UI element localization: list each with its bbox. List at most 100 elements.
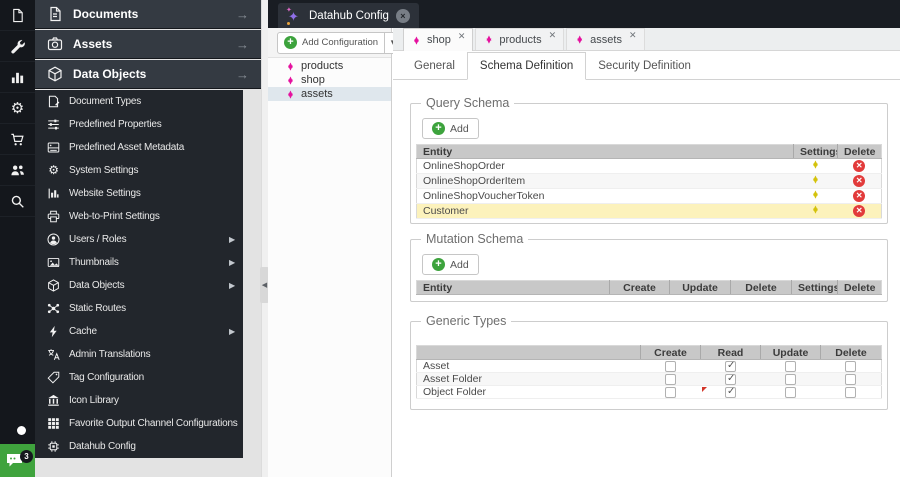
delete-icon[interactable]: ✕ xyxy=(853,190,866,203)
column-header-update[interactable]: Update xyxy=(760,345,821,360)
query-schema-fieldset: Query Schema + Add Entity Settings Delet… xyxy=(410,96,888,224)
checkbox-create[interactable] xyxy=(665,360,676,372)
column-header-delete[interactable]: Delete xyxy=(837,144,882,159)
column-header-read[interactable]: Read xyxy=(700,345,761,360)
tab-security-definition[interactable]: Security Definition xyxy=(586,53,703,79)
table-row[interactable]: Asset Folder xyxy=(416,372,882,386)
collapse-left-icon: ◀ xyxy=(261,282,268,289)
rail-item-documents[interactable] xyxy=(0,0,35,31)
column-header-update[interactable]: Update xyxy=(669,280,731,295)
settings-icon[interactable] xyxy=(810,174,821,185)
rail-item-search[interactable] xyxy=(0,186,35,217)
tree-item-shop[interactable]: shop xyxy=(268,73,391,87)
table-row[interactable]: Object Folder xyxy=(416,385,882,399)
table-row[interactable]: OnlineShopOrder ✕ xyxy=(416,158,882,174)
settings-icon[interactable] xyxy=(810,159,821,170)
checkbox-delete[interactable] xyxy=(845,386,857,398)
bar-chart-icon xyxy=(10,70,25,85)
sidebar-item-static-routes[interactable]: Static Routes xyxy=(35,297,243,320)
tree-item-products[interactable]: products xyxy=(268,59,391,73)
arrow-right-icon: → xyxy=(236,36,249,52)
settings-icon[interactable] xyxy=(810,189,821,200)
sidebar-item-web-to-print-settings[interactable]: Web-to-Print Settings xyxy=(35,205,243,228)
delete-icon[interactable]: ✕ xyxy=(853,160,866,173)
users-icon xyxy=(10,163,25,178)
sidebar-item-datahub-config[interactable]: Datahub Config xyxy=(35,435,243,458)
rail-item-settings[interactable]: ⚙ xyxy=(0,93,35,124)
column-header-settings[interactable]: Settings xyxy=(793,144,838,159)
close-icon[interactable]: ✕ xyxy=(549,30,557,41)
config-tab-products[interactable]: products ✕ xyxy=(475,28,565,50)
network-icon xyxy=(47,302,60,315)
notifications-button[interactable]: 3 xyxy=(0,444,35,477)
column-header-entity[interactable]: Entity xyxy=(416,144,794,159)
sidebar-item-cache[interactable]: Cache ▶ xyxy=(35,320,243,343)
accordion-assets[interactable]: Assets → xyxy=(35,30,261,59)
settings-icon[interactable] xyxy=(810,204,821,215)
sidebar-item-icon-library[interactable]: Icon Library xyxy=(35,389,243,412)
delete-icon[interactable]: ✕ xyxy=(853,205,866,218)
grid-icon xyxy=(47,417,60,430)
add-configuration-button[interactable]: + Add Configuration ▼ xyxy=(277,31,403,54)
accordion-documents[interactable]: Documents → xyxy=(35,0,261,29)
query-schema-add-button[interactable]: + Add xyxy=(422,118,479,139)
checkbox-delete[interactable] xyxy=(845,360,857,372)
panel-splitter[interactable] xyxy=(261,0,268,477)
graphql-config-icon xyxy=(285,89,296,100)
generic-types-table: Create Read Update Delete Asset Asset Fo… xyxy=(416,345,882,399)
rail-item-tools[interactable] xyxy=(0,31,35,62)
sidebar-item-users-roles[interactable]: Users / Roles ▶ xyxy=(35,228,243,251)
accordion-data-objects[interactable]: Data Objects → xyxy=(35,60,261,89)
window-tab-datahub-config[interactable]: ✦ ✦ Datahub Config × xyxy=(278,3,419,28)
column-header-delete[interactable]: Delete xyxy=(837,280,882,295)
config-tab-bar: shop ✕ products ✕ assets ✕ xyxy=(393,28,900,51)
configuration-tree-panel: + Add Configuration ▼ products shop xyxy=(268,28,403,477)
column-header-delete[interactable]: Delete xyxy=(730,280,792,295)
rail-item-reports[interactable] xyxy=(0,62,35,93)
config-tab-assets[interactable]: assets ✕ xyxy=(566,28,645,50)
rail-item-users[interactable] xyxy=(0,155,35,186)
rail-item-ecommerce[interactable] xyxy=(0,124,35,155)
checkbox-update[interactable] xyxy=(785,360,796,372)
checkbox-read[interactable] xyxy=(725,360,736,372)
close-icon[interactable]: ✕ xyxy=(629,30,637,41)
sidebar-item-favorite-output-channel-configurations[interactable]: Favorite Output Channel Configurations xyxy=(35,412,243,435)
image-icon xyxy=(47,256,60,269)
sidebar-item-document-types[interactable]: Document Types xyxy=(35,90,243,113)
tree-item-assets[interactable]: assets xyxy=(268,87,391,101)
checkbox-delete[interactable] xyxy=(845,373,857,385)
checkbox-create[interactable] xyxy=(665,386,676,398)
column-header-settings[interactable]: Settings xyxy=(791,280,838,295)
checkbox-read[interactable] xyxy=(725,373,736,385)
sidebar-item-predefined-properties[interactable]: Predefined Properties xyxy=(35,113,243,136)
sidebar-item-tag-configuration[interactable]: Tag Configuration xyxy=(35,366,243,389)
table-row-selected[interactable]: Customer ✕ xyxy=(416,203,882,219)
table-row[interactable]: OnlineShopVoucherToken ✕ xyxy=(416,188,882,204)
column-header-create[interactable]: Create xyxy=(609,280,670,295)
sidebar-item-thumbnails[interactable]: Thumbnails ▶ xyxy=(35,251,243,274)
submenu-arrow-icon: ▶ xyxy=(229,327,235,336)
sidebar-item-website-settings[interactable]: Website Settings xyxy=(35,182,243,205)
checkbox-update[interactable] xyxy=(785,373,796,385)
delete-icon[interactable]: ✕ xyxy=(853,175,866,188)
table-row[interactable]: Asset xyxy=(416,359,882,373)
checkbox-read[interactable] xyxy=(725,386,736,398)
accordion-label: Data Objects xyxy=(73,67,147,81)
checkbox-update[interactable] xyxy=(785,386,796,398)
mutation-schema-add-button[interactable]: + Add xyxy=(422,254,479,275)
plus-icon: + xyxy=(432,122,445,135)
sidebar-item-admin-translations[interactable]: Admin Translations xyxy=(35,343,243,366)
column-header-delete[interactable]: Delete xyxy=(820,345,882,360)
tab-schema-definition[interactable]: Schema Definition xyxy=(466,52,587,80)
column-header-create[interactable]: Create xyxy=(640,345,701,360)
column-header-entity[interactable]: Entity xyxy=(416,280,610,295)
sidebar-item-system-settings[interactable]: ⚙ System Settings xyxy=(35,159,243,182)
sidebar-item-data-objects[interactable]: Data Objects ▶ xyxy=(35,274,243,297)
close-icon[interactable]: × xyxy=(395,8,410,23)
config-tab-shop[interactable]: shop ✕ xyxy=(403,28,474,51)
checkbox-create[interactable] xyxy=(665,373,676,385)
close-icon[interactable]: ✕ xyxy=(458,31,466,42)
tab-general[interactable]: General xyxy=(402,53,467,79)
sidebar-item-predefined-asset-metadata[interactable]: Predefined Asset Metadata xyxy=(35,136,243,159)
table-row[interactable]: OnlineShopOrderItem ✕ xyxy=(416,173,882,189)
